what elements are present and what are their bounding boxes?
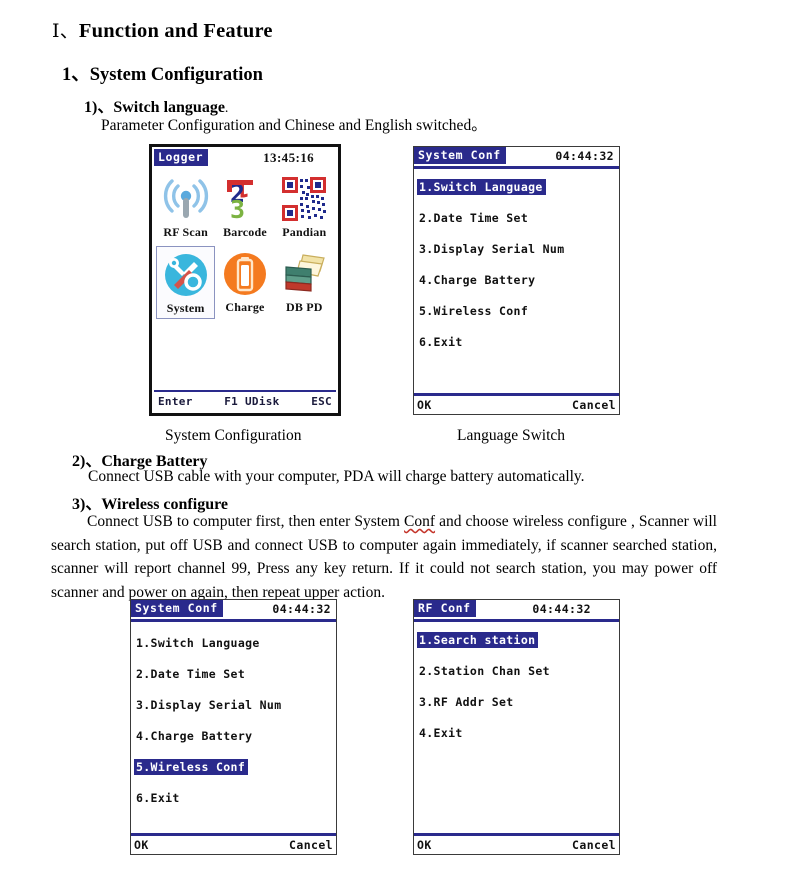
rf-conf-softkey-bar: OK Cancel	[414, 833, 619, 854]
menu-item-switch-language[interactable]: 1.Switch Language	[417, 179, 546, 195]
device-screenshot-rf-conf: RF Conf 04:44:32 1.Search station 2.Stat…	[413, 599, 620, 855]
app-tile-barcode[interactable]: 1 2 3 Barcode	[215, 171, 274, 242]
page-title-text: Function and Feature	[78, 20, 273, 42]
menu-item-rf-addr-set[interactable]: 3.RF Addr Set	[417, 694, 517, 710]
logger-titlebar: Logger 13:45:16	[154, 149, 336, 166]
softkey-ok-rf[interactable]: OK	[417, 838, 432, 852]
app-tile-rf-scan[interactable]: RF Scan	[156, 171, 215, 242]
page-title: Ⅰ、Function and Feature	[52, 16, 273, 43]
softkey-f1-udisk[interactable]: F1 UDisk	[224, 395, 279, 408]
section-heading-numeral: 1、	[62, 65, 90, 85]
menu-item-wireless-conf[interactable]: 5.Wireless Conf	[417, 303, 531, 319]
menu-item-station-chan-set[interactable]: 2.Station Chan Set	[417, 663, 553, 679]
barcode-123-icon: 1 2 3	[219, 174, 271, 224]
logger-app-grid: RF Scan 1 2 3 Barcode Pandian System Cha…	[154, 169, 336, 319]
app-tile-db-pd[interactable]: DB PD	[275, 246, 334, 319]
menu-item-exit-rf[interactable]: 4.Exit	[417, 725, 466, 741]
system-conf-b-softkey-bar: OK Cancel	[131, 833, 336, 854]
menu-item-exit-b[interactable]: 6.Exit	[134, 790, 183, 806]
rf-signal-icon	[160, 174, 212, 224]
menu-item-exit[interactable]: 6.Exit	[417, 334, 466, 350]
paragraph-wireless-before: Connect USB to computer first, then ente…	[87, 513, 405, 530]
app-tile-system[interactable]: System	[156, 246, 216, 319]
system-conf-a-titlebar: System Conf 04:44:32	[414, 147, 619, 164]
spellcheck-word-conf: Conf	[404, 513, 436, 530]
device-screenshot-system-conf-wireless: System Conf 04:44:32 1.Switch Language 2…	[130, 599, 337, 855]
softkey-enter[interactable]: Enter	[158, 395, 193, 408]
section-heading-text: System Configuration	[89, 65, 263, 85]
logger-softkey-bar: Enter F1 UDisk ESC	[154, 390, 336, 411]
lcd-logger-home: Logger 13:45:16 RF Scan 1 2 3 Barcode Pa…	[154, 149, 336, 411]
svg-text:3: 3	[230, 195, 245, 222]
app-tile-label-rf-scan: RF Scan	[163, 225, 208, 239]
system-conf-a-title: System Conf	[414, 147, 506, 164]
menu-item-date-time-set[interactable]: 2.Date Time Set	[417, 210, 531, 226]
system-conf-b-menu: 1.Switch Language 2.Date Time Set 3.Disp…	[131, 622, 336, 818]
softkey-cancel-b[interactable]: Cancel	[289, 838, 333, 852]
system-conf-a-clock: 04:44:32	[555, 148, 614, 163]
logger-footer-rule	[154, 390, 336, 392]
qr-code-icon	[278, 174, 330, 224]
system-conf-b-clock: 04:44:32	[272, 601, 331, 616]
softkey-ok[interactable]: OK	[417, 398, 432, 412]
softkey-esc[interactable]: ESC	[311, 395, 332, 408]
app-tile-label-charge: Charge	[225, 300, 265, 314]
app-tile-label-pandian: Pandian	[282, 225, 327, 239]
menu-item-display-serial-num-b[interactable]: 3.Display Serial Num	[134, 697, 284, 713]
logger-clock: 13:45:16	[263, 149, 314, 165]
device-screenshot-logger-home: Logger 13:45:16 RF Scan 1 2 3 Barcode Pa…	[149, 144, 341, 416]
system-conf-b-title: System Conf	[131, 600, 223, 617]
softkey-cancel[interactable]: Cancel	[572, 398, 616, 412]
caption-system-configuration: System Configuration	[165, 427, 302, 444]
rf-conf-menu: 1.Search station 2.Station Chan Set 3.RF…	[414, 622, 619, 753]
battery-icon	[219, 249, 271, 299]
app-tile-pandian[interactable]: Pandian	[275, 171, 334, 242]
paragraph-wireless-configure: Connect USB to computer first, then ente…	[51, 510, 717, 604]
lcd-rf-conf: RF Conf 04:44:32 1.Search station 2.Stat…	[414, 600, 619, 854]
softkey-ok-b[interactable]: OK	[134, 838, 149, 852]
menu-item-charge-battery-b[interactable]: 4.Charge Battery	[134, 728, 255, 744]
menu-item-display-serial-num[interactable]: 3.Display Serial Num	[417, 241, 567, 257]
menu-item-wireless-conf-b[interactable]: 5.Wireless Conf	[134, 759, 249, 775]
page-title-numeral: Ⅰ、	[52, 21, 79, 42]
caption-language-switch: Language Switch	[457, 427, 566, 444]
softkey-cancel-rf[interactable]: Cancel	[572, 838, 616, 852]
books-icon	[278, 249, 330, 299]
menu-item-search-station[interactable]: 1.Search station	[417, 632, 539, 648]
document-page: Ⅰ、Function and Feature 1、System Configur…	[0, 0, 790, 869]
paragraph-charge-battery: Connect USB cable with your computer, PD…	[88, 468, 585, 485]
logger-title: Logger	[154, 149, 209, 166]
app-tile-charge[interactable]: Charge	[215, 246, 274, 319]
paragraph-switch-language: Parameter Configuration and Chinese and …	[101, 117, 487, 134]
device-screenshot-system-conf-language: System Conf 04:44:32 1.Switch Language 2…	[413, 146, 620, 415]
rf-conf-clock: 04:44:32	[532, 601, 591, 616]
menu-item-charge-battery[interactable]: 4.Charge Battery	[417, 272, 538, 288]
system-conf-a-softkey-bar: OK Cancel	[414, 393, 619, 414]
system-conf-a-menu: 1.Switch Language 2.Date Time Set 3.Disp…	[414, 169, 619, 362]
lcd-system-conf-a: System Conf 04:44:32 1.Switch Language 2…	[414, 147, 619, 414]
lcd-system-conf-b: System Conf 04:44:32 1.Switch Language 2…	[131, 600, 336, 854]
rf-conf-title: RF Conf	[414, 600, 476, 617]
rf-conf-titlebar: RF Conf 04:44:32	[414, 600, 619, 617]
app-tile-label-db-pd: DB PD	[285, 300, 323, 314]
app-tile-label-system: System	[166, 301, 205, 315]
section-heading-system-configuration: 1、System Configuration	[62, 60, 263, 86]
app-tile-label-barcode: Barcode	[223, 225, 267, 239]
tools-gear-icon	[160, 250, 212, 300]
system-conf-b-titlebar: System Conf 04:44:32	[131, 600, 336, 617]
menu-item-switch-language-b[interactable]: 1.Switch Language	[134, 635, 263, 651]
menu-item-date-time-set-b[interactable]: 2.Date Time Set	[134, 666, 248, 682]
